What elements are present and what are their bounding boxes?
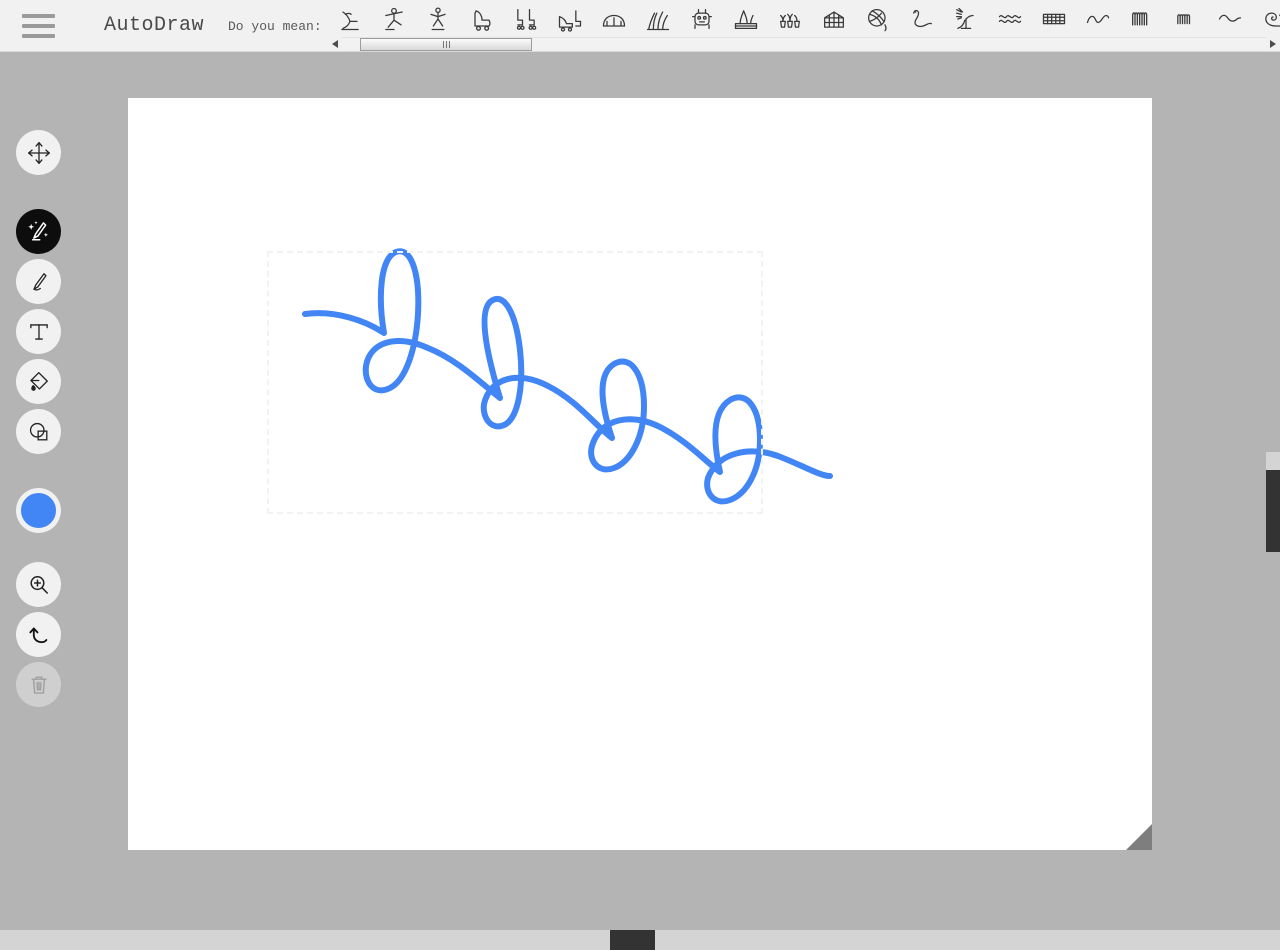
suggestion-item-14[interactable]: [944, 3, 988, 35]
suggestion-item-11[interactable]: [812, 3, 856, 35]
suggestion-item-9[interactable]: [724, 3, 768, 35]
suggestion-item-17[interactable]: [1076, 3, 1120, 35]
suggestion-item-21[interactable]: [1252, 3, 1280, 35]
undo-arrow-icon: [28, 627, 47, 643]
drawing-canvas[interactable]: [128, 98, 1152, 850]
color-swatch-container[interactable]: [16, 488, 61, 533]
suggestion-item-10[interactable]: [768, 3, 812, 35]
text-t-icon: [29, 323, 48, 340]
ice-skate-icon: [341, 11, 359, 31]
zigzag-spring-icon: [1177, 14, 1191, 25]
hamburger-menu-icon[interactable]: [22, 14, 55, 38]
paint-bucket-icon: [29, 371, 48, 391]
vertical-scrollbar[interactable]: [1264, 52, 1280, 930]
suggestion-item-5[interactable]: [548, 3, 592, 35]
shapes-icon: [29, 422, 47, 440]
suggestion-item-1[interactable]: [372, 3, 416, 35]
vertical-scroll-track-cap: [1266, 452, 1280, 470]
skate-park-icon: [602, 14, 626, 27]
app-title: AutoDraw: [104, 14, 205, 37]
suggestion-item-4[interactable]: [504, 3, 548, 35]
suggestion-item-15[interactable]: [988, 3, 1032, 35]
horizontal-scroll-thumb[interactable]: [610, 930, 655, 950]
suggestion-item-7[interactable]: [636, 3, 680, 35]
page-fold-corner: [1126, 824, 1152, 850]
roller-skate-pair-icon: [558, 10, 582, 32]
suggestion-item-19[interactable]: [1164, 3, 1208, 35]
magnifier-plus-icon: [29, 575, 48, 594]
suggestion-prompt-label: Do you mean:: [228, 19, 322, 34]
robot-icon: [692, 9, 712, 29]
zoom-tool[interactable]: [16, 562, 61, 607]
suggestion-item-6[interactable]: [592, 3, 636, 35]
coil-spring-icon: [1132, 12, 1148, 26]
yarn-ball-icon: [868, 9, 887, 32]
app-header: AutoDraw Do you mean:: [0, 0, 1280, 52]
suggestion-item-16[interactable]: [1032, 3, 1076, 35]
garden-bed-icon: [734, 10, 758, 29]
scroll-thumb-grip: [442, 41, 450, 48]
pencil-icon: [32, 272, 47, 291]
suggestion-item-20[interactable]: [1208, 3, 1252, 35]
suggestion-scroll-thumb[interactable]: [360, 38, 532, 51]
grass-tuft-icon: [646, 11, 670, 31]
suggestion-item-13[interactable]: [900, 3, 944, 35]
move-tool[interactable]: [16, 130, 61, 175]
inline-skates-icon: [516, 9, 537, 30]
suggestion-item-3[interactable]: [460, 3, 504, 35]
wave-curve-icon: [1086, 14, 1110, 24]
sprinkler-icon: [956, 7, 974, 29]
shape-tool[interactable]: [16, 409, 61, 454]
autodraw-app: AutoDraw Do you mean:: [0, 0, 1280, 950]
potted-plants-icon: [780, 13, 800, 28]
suggestion-item-8[interactable]: [680, 3, 724, 35]
menu-bar-3: [22, 34, 55, 38]
suggestion-item-18[interactable]: [1120, 3, 1164, 35]
snail-icon: [1265, 12, 1280, 27]
horizontal-scrollbar[interactable]: [0, 930, 1280, 950]
fill-tool[interactable]: [16, 359, 61, 404]
scroll-left-arrow-icon[interactable]: [328, 37, 342, 50]
draw-tool[interactable]: [16, 259, 61, 304]
selection-bounding-box[interactable]: [267, 251, 763, 514]
roller-skate-icon: [474, 10, 491, 31]
vertical-scroll-thumb[interactable]: [1266, 470, 1280, 552]
color-swatch[interactable]: [18, 490, 59, 531]
ladder-icon: [1042, 13, 1066, 25]
suggestion-item-2[interactable]: [416, 3, 460, 35]
suggestion-list[interactable]: [328, 2, 1280, 36]
magic-pencil-icon: [27, 220, 48, 240]
move-arrows-icon: [27, 141, 50, 164]
trash-can-icon: [30, 675, 47, 694]
suggestion-scrollbar[interactable]: [328, 36, 1280, 51]
undo-button[interactable]: [16, 612, 61, 657]
figure-skater-icon: [385, 7, 403, 31]
worm-icon: [913, 9, 932, 28]
autodraw-tool[interactable]: [16, 209, 61, 254]
squiggle-icon: [1218, 14, 1242, 22]
suggestion-item-12[interactable]: [856, 3, 900, 35]
scroll-right-arrow-icon[interactable]: [1266, 37, 1280, 50]
suggestion-scroll-track[interactable]: [342, 37, 1266, 51]
workspace: [0, 52, 1280, 930]
menu-bar-2: [22, 24, 55, 28]
text-tool[interactable]: [16, 309, 61, 354]
skater-pose-icon: [430, 7, 446, 31]
greenhouse-icon: [824, 11, 844, 28]
suggestion-item-0[interactable]: [328, 3, 372, 35]
delete-button[interactable]: [16, 662, 61, 707]
left-toolbar: [16, 130, 62, 707]
menu-bar-1: [22, 14, 55, 18]
ripple-icon: [998, 15, 1022, 23]
